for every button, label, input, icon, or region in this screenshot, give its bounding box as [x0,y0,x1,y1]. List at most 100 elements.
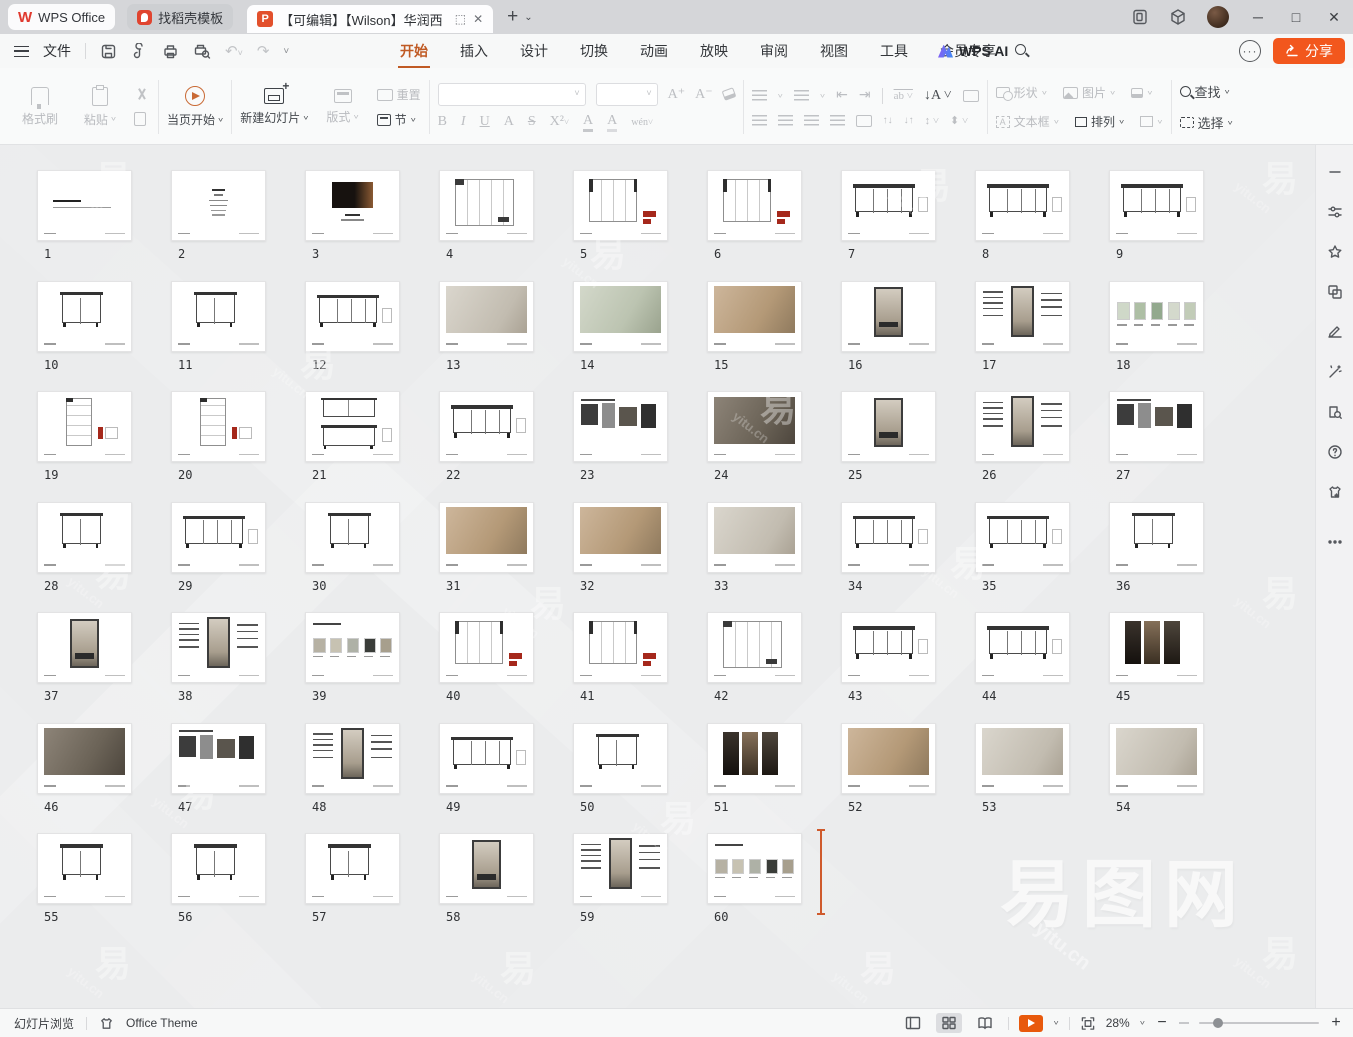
slide-thumbnail-5[interactable] [573,170,668,241]
close-window-button[interactable]: ✕ [1325,9,1343,26]
avatar[interactable] [1207,6,1229,28]
zoom-level-chevron[interactable]: ˅ [1140,1019,1145,1027]
slide-thumbnail-60[interactable] [707,833,802,904]
slideshow-play-button[interactable] [1019,1015,1043,1032]
view-read-button[interactable] [972,1013,998,1033]
view-sorter-button[interactable] [936,1013,962,1033]
slide-thumbnail-55[interactable] [37,833,132,904]
slide-thumbnail-28[interactable] [37,502,132,573]
file-menu[interactable]: 文件 [43,41,71,61]
find-button[interactable]: 查找˅ [1180,82,1233,101]
view-normal-button[interactable] [900,1013,926,1033]
slide-thumbnail-42[interactable] [707,612,802,683]
slide-thumbnail-11[interactable] [171,281,266,352]
print-preview-icon[interactable] [193,43,211,60]
menu-tab-开始[interactable]: 开始 [398,35,430,67]
more-tools-icon[interactable] [1327,533,1343,551]
menu-tab-工具[interactable]: 工具 [878,35,910,67]
slide-thumbnail-4[interactable] [439,170,534,241]
slide-thumbnail-49[interactable] [439,723,534,794]
convert-shapes-icon[interactable] [1327,283,1343,301]
slide-thumbnail-32[interactable] [573,502,668,573]
slide-thumbnail-13[interactable] [439,281,534,352]
menu-tab-放映[interactable]: 放映 [698,35,730,67]
slide-thumbnail-36[interactable] [1109,502,1204,573]
print-icon[interactable] [162,43,179,60]
slide-thumbnail-3[interactable] [305,170,400,241]
split-window-icon[interactable] [1131,8,1149,26]
slide-thumbnail-45[interactable] [1109,612,1204,683]
slide-thumbnail-2[interactable] [171,170,266,241]
slide-thumbnail-43[interactable] [841,612,936,683]
slide-thumbnail-33[interactable] [707,502,802,573]
favorites-star-icon[interactable] [1327,243,1343,261]
slide-thumbnail-14[interactable] [573,281,668,352]
zoom-slider[interactable] [1199,1022,1319,1024]
presentation-mode-icon[interactable]: ⬚ [455,12,466,26]
slide-thumbnail-26[interactable] [975,391,1070,462]
section-button[interactable]: 节˅ [377,111,421,128]
skin-theme-icon[interactable] [1327,483,1343,501]
close-tab-icon[interactable]: ✕ [473,12,483,26]
settings-sliders-icon[interactable] [1327,203,1343,221]
main-menu-icon[interactable] [14,46,29,57]
signature-pen-icon[interactable] [1327,323,1343,341]
slide-thumbnail-31[interactable] [439,502,534,573]
slide-thumbnail-50[interactable] [573,723,668,794]
slide-thumbnail-54[interactable] [1109,723,1204,794]
zoom-out-button[interactable]: − [1155,1014,1169,1032]
slide-thumbnail-20[interactable] [171,391,266,462]
quickbar-chevron[interactable]: ˅ [283,46,289,57]
new-tab-button[interactable]: + [507,6,518,28]
slide-thumbnail-27[interactable] [1109,391,1204,462]
slide-thumbnail-44[interactable] [975,612,1070,683]
help-icon[interactable] [1327,443,1343,461]
minimize-button[interactable]: ─ [1249,9,1267,25]
slide-thumbnail-34[interactable] [841,502,936,573]
tab-docer-templates[interactable]: 找稻壳模板 [127,4,233,30]
slide-thumbnail-9[interactable] [1109,170,1204,241]
slide-thumbnail-48[interactable] [305,723,400,794]
share-button[interactable]: 分享 [1273,38,1345,64]
slide-thumbnail-7[interactable] [841,170,936,241]
slide-thumbnail-10[interactable] [37,281,132,352]
search-icon[interactable] [1015,42,1026,60]
wps-ai-button[interactable]: WPS AI [938,43,1008,59]
menu-tab-插入[interactable]: 插入 [458,35,490,67]
menu-tab-设计[interactable]: 设计 [518,35,550,67]
play-from-current-button[interactable]: 当页开始˅ [167,86,223,128]
slide-thumbnail-57[interactable] [305,833,400,904]
slideshow-options-chevron[interactable]: ˅ [1053,1019,1058,1027]
workspace-icon[interactable] [1169,8,1187,26]
slide-thumbnail-21[interactable] [305,391,400,462]
slide-thumbnail-29[interactable] [171,502,266,573]
slide-thumbnail-58[interactable] [439,833,534,904]
tab-list-chevron[interactable]: ⌄ [524,12,532,23]
slide-thumbnail-53[interactable] [975,723,1070,794]
slide-thumbnail-35[interactable] [975,502,1070,573]
menu-tab-审阅[interactable]: 审阅 [758,35,790,67]
slide-thumbnail-17[interactable] [975,281,1070,352]
maximize-button[interactable]: □ [1287,9,1305,25]
slide-thumbnail-40[interactable] [439,612,534,683]
template-search-icon[interactable] [1327,403,1343,421]
slide-thumbnail-25[interactable] [841,391,936,462]
slide-thumbnail-52[interactable] [841,723,936,794]
slide-thumbnail-47[interactable] [171,723,266,794]
slide-thumbnail-59[interactable] [573,833,668,904]
fit-screen-icon[interactable] [1080,1016,1096,1031]
slide-thumbnail-56[interactable] [171,833,266,904]
menu-tab-视图[interactable]: 视图 [818,35,850,67]
slide-thumbnail-1[interactable] [37,170,132,241]
tab-wps-home[interactable]: W WPS Office [8,4,115,30]
select-button[interactable]: 选择˅ [1180,113,1233,132]
collapse-panel-icon[interactable] [1327,163,1343,181]
zoom-slider-knob[interactable] [1213,1018,1223,1028]
slide-thumbnail-39[interactable] [305,612,400,683]
menu-tab-切换[interactable]: 切换 [578,35,610,67]
slide-thumbnail-38[interactable] [171,612,266,683]
zoom-in-button[interactable]: + [1329,1014,1343,1032]
new-slide-button[interactable]: 新建幻灯片˅ [240,88,308,126]
slide-thumbnail-22[interactable] [439,391,534,462]
slide-thumbnail-51[interactable] [707,723,802,794]
